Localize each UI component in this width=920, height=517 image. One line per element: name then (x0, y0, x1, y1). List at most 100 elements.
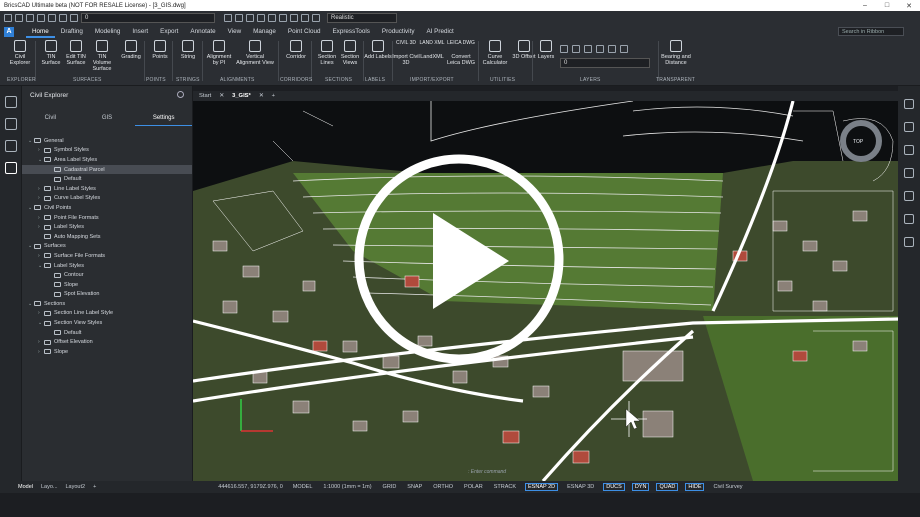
status-toggle[interactable]: ESNAP 3D (565, 484, 596, 490)
tree-item[interactable]: Spot Elevation (22, 290, 192, 300)
visual-style-dropdown[interactable]: Realistic (327, 13, 397, 23)
tree-item[interactable]: › Offset Elevation (22, 337, 192, 347)
maximize-icon[interactable]: □ (876, 2, 898, 9)
import-civil3d-button[interactable]: CIVIL 3D Import Civil 3D (392, 40, 420, 66)
layout-tab-model[interactable]: Model (18, 484, 33, 490)
tab-insert[interactable]: Insert (126, 25, 154, 38)
command-prompt[interactable]: : Enter command (468, 469, 568, 477)
tab-point-cloud[interactable]: Point Cloud (282, 25, 327, 38)
tree-item[interactable]: › Line Label Styles (22, 184, 192, 194)
tin-surface-button[interactable]: TIN Surface (37, 40, 65, 66)
print-icon[interactable] (37, 14, 45, 22)
close-tab-icon[interactable]: ✕ (219, 93, 224, 99)
view-icon[interactable] (235, 14, 243, 22)
layers-panel-icon[interactable] (4, 140, 17, 152)
landxml-button[interactable]: LAND XML LandXML (418, 40, 446, 60)
tree-item[interactable]: Slope (22, 280, 192, 290)
library-icon[interactable] (904, 168, 914, 178)
tab-modeling[interactable]: Modeling (89, 25, 127, 38)
tab-drafting[interactable]: Drafting (55, 25, 89, 38)
drawing-viewport[interactable]: TOP : Enter command (193, 101, 898, 481)
ribbon-search-input[interactable]: Search in Ribbon (838, 27, 904, 36)
status-toggle[interactable]: ORTHO (431, 484, 455, 490)
tin-volume-surface-button[interactable]: TIN Volume Surface (88, 40, 116, 72)
status-toggle[interactable]: POLAR (462, 484, 485, 490)
layer-tool-icon[interactable] (596, 45, 604, 53)
tab-export[interactable]: Export (154, 25, 184, 38)
convert-leica-button[interactable]: LEICA DWG Convert Leica DWG (446, 40, 476, 66)
structure-icon[interactable] (4, 118, 17, 130)
close-tab-icon[interactable]: ✕ (259, 93, 264, 99)
status-toggle[interactable]: HIDE (685, 483, 705, 491)
status-toggle[interactable]: GRID (381, 484, 399, 490)
tree-item[interactable]: › Label Styles (22, 222, 192, 232)
zoom-icon[interactable] (246, 14, 254, 22)
render-icon[interactable] (268, 14, 276, 22)
tree-item[interactable]: › Section Line Label Style (22, 309, 192, 319)
status-toggle[interactable]: Civil Survey (711, 484, 744, 490)
tab-expresstools[interactable]: ExpressTools (326, 25, 375, 38)
tree-item[interactable]: ⌄ Label Styles (22, 261, 192, 271)
location-icon[interactable] (904, 191, 914, 201)
tab-manage[interactable]: Manage (247, 25, 282, 38)
layout-tab-1[interactable]: Layo... (41, 484, 58, 490)
tree-item[interactable]: › Point File Formats (22, 213, 192, 223)
properties-icon[interactable] (904, 122, 914, 132)
civil-explorer-panel-icon[interactable] (4, 162, 17, 174)
tree-item[interactable]: Default (22, 328, 192, 338)
tree-item[interactable]: Default (22, 174, 192, 184)
new-tab-icon[interactable]: + (272, 93, 275, 99)
tab-ai-predict[interactable]: AI Predict (420, 25, 459, 38)
chart-icon[interactable] (904, 237, 914, 247)
layout-tab-2[interactable]: Layout2 (66, 484, 86, 490)
layer-tool-icon[interactable] (584, 45, 592, 53)
layer-tool-icon[interactable] (608, 45, 616, 53)
drawing-tab-start[interactable]: Start (199, 93, 211, 99)
status-toggle[interactable]: STRACK (492, 484, 518, 490)
layer-dropdown[interactable]: 0 (81, 13, 215, 23)
status-toggle[interactable]: MODEL (291, 484, 315, 490)
lights-icon[interactable] (279, 14, 287, 22)
cloud-icon[interactable] (904, 214, 914, 224)
hint-icon[interactable] (4, 96, 17, 108)
tree-item[interactable]: ⌄ Sections (22, 299, 192, 309)
view-cube-icon[interactable] (224, 14, 232, 22)
curve-calculator-button[interactable]: Curve Calculator (480, 40, 510, 66)
tree-item[interactable]: › Surface File Formats (22, 251, 192, 261)
shade-icon[interactable] (301, 14, 309, 22)
tree-item[interactable]: ⌄ Surfaces (22, 242, 192, 252)
layer-state-icon[interactable] (70, 14, 78, 22)
redo-icon[interactable] (59, 14, 67, 22)
explorer-tab-gis[interactable]: GIS (79, 112, 136, 126)
tree-item[interactable]: Cadastral Parcel (22, 164, 192, 175)
status-toggle[interactable]: SNAP (405, 484, 424, 490)
close-icon[interactable]: ✕ (898, 2, 920, 10)
explorer-tab-settings[interactable]: Settings (135, 112, 193, 126)
tree-item[interactable]: Contour (22, 270, 192, 280)
explorer-tab-civil[interactable]: Civil (22, 112, 79, 126)
undo-icon[interactable] (48, 14, 56, 22)
drawing-tab-3gis[interactable]: 3_GIS* (232, 93, 251, 99)
corridor-button[interactable]: Corridor (282, 40, 310, 60)
tab-annotate[interactable]: Annotate (184, 25, 221, 38)
materials-icon[interactable] (290, 14, 298, 22)
points-button[interactable]: Points (146, 40, 174, 60)
edit-tin-surface-button[interactable]: Edit TIN Surface (62, 40, 90, 66)
add-labels-button[interactable]: Add Labels (364, 40, 392, 60)
grading-button[interactable]: Grading (117, 40, 145, 60)
new-file-icon[interactable] (4, 14, 12, 22)
tree-item[interactable]: Auto Mapping Sets (22, 232, 192, 242)
string-button[interactable]: String (174, 40, 202, 60)
bearing-distance-button[interactable]: Bearing and Distance (660, 40, 692, 66)
layer-tool-icon[interactable] (560, 45, 568, 53)
alignment-by-pi-button[interactable]: Alignment by PI (204, 40, 234, 66)
layer-tool-icon[interactable] (620, 45, 628, 53)
pan-icon[interactable] (257, 14, 265, 22)
view-cube-panel-icon[interactable] (904, 99, 914, 109)
layer-panel-icon[interactable] (904, 145, 914, 155)
search-icon[interactable] (177, 91, 184, 98)
add-layout-icon[interactable]: + (93, 484, 96, 490)
vertical-alignment-view-button[interactable]: Vertical Alignment View (236, 40, 274, 66)
minimize-icon[interactable]: – (854, 2, 876, 9)
tab-productivity[interactable]: Productivity (376, 25, 421, 38)
